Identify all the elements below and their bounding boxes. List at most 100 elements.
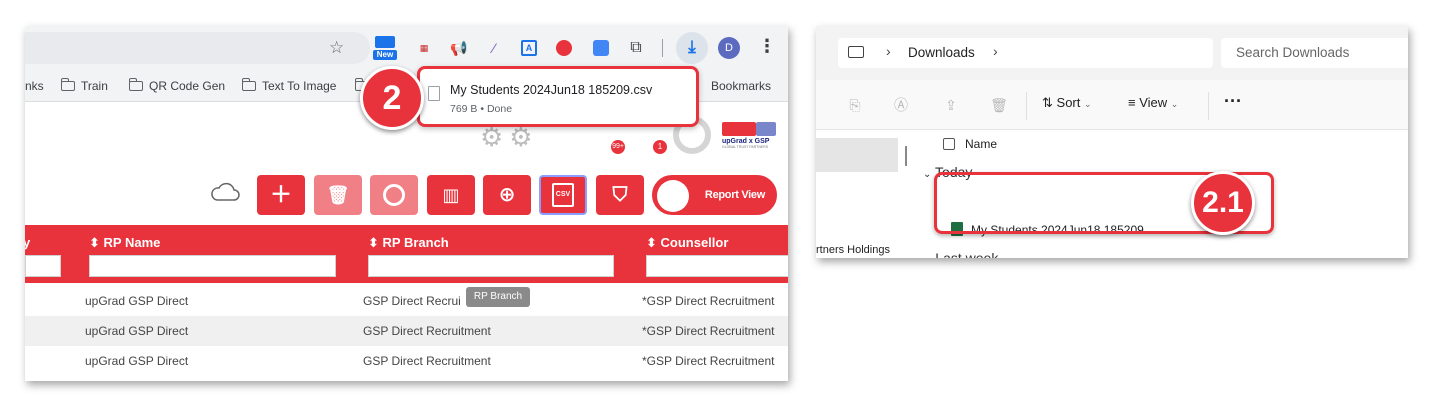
table-cell: *GSP Direct Recruitment bbox=[642, 354, 775, 368]
more-options-icon[interactable]: ··· bbox=[1224, 91, 1242, 112]
copy-icon[interactable]: ⎘ bbox=[846, 96, 864, 114]
folder-icon bbox=[241, 78, 256, 91]
user-icon bbox=[383, 184, 405, 206]
all-bookmarks[interactable]: Bookmarks bbox=[711, 78, 771, 94]
explorer-address-bar: › Downloads › Search Downloads bbox=[816, 26, 1408, 80]
columns-button[interactable]: ▥ bbox=[427, 175, 475, 215]
bookmark-text-to-image[interactable]: Text To Image bbox=[241, 78, 336, 94]
table-row[interactable]: upGrad GSP Direct GSP Direct Recrui *GSP… bbox=[25, 286, 788, 316]
new-badge: New bbox=[373, 50, 397, 60]
sort-icon: ⇅ bbox=[1042, 95, 1053, 110]
computer-icon bbox=[848, 46, 864, 58]
download-icon[interactable]: ⤓ bbox=[676, 32, 708, 64]
bookmark-label: QR Code Gen bbox=[149, 79, 226, 93]
file-icon bbox=[428, 86, 440, 101]
pane-splitter[interactable] bbox=[905, 146, 907, 166]
add-button[interactable]: ＋ bbox=[257, 175, 305, 215]
notification-badge: 1 bbox=[653, 140, 667, 154]
bookmark-star-icon[interactable]: ☆ bbox=[329, 38, 344, 58]
table-cell: *GSP Direct Recruitment bbox=[642, 294, 775, 308]
app-content: ⚙⚙ 99+ 1 upGrad x GSP GLOBAL TRUST PARTN… bbox=[25, 102, 788, 381]
command-bar: ⎘ Ⓐ ⇪ 🗑 ⇅ Sort ⌄ ≡ View ⌄ ··· bbox=[816, 80, 1408, 130]
add-icon: ＋ bbox=[269, 182, 292, 207]
company-logo: upGrad x GSP GLOBAL TRUST PARTNERS bbox=[722, 122, 778, 154]
cloud-icon[interactable] bbox=[210, 182, 240, 201]
csv-icon: CSV bbox=[552, 183, 574, 207]
step-badge: 2 bbox=[360, 66, 424, 130]
column-header-counsellor[interactable]: ⬍ Counsellor bbox=[646, 235, 728, 251]
chevron-down-icon: ⌄ bbox=[1170, 99, 1179, 109]
rename-icon[interactable]: Ⓐ bbox=[892, 96, 910, 114]
chevron-right-icon: › bbox=[993, 43, 998, 59]
table-row[interactable]: upGrad GSP Direct GSP Direct Recruitment… bbox=[25, 316, 788, 346]
extension-red-icon[interactable] bbox=[554, 38, 574, 58]
user-button[interactable] bbox=[370, 175, 418, 215]
chevron-down-icon: ⌄ bbox=[923, 255, 931, 258]
folder-icon bbox=[60, 78, 75, 91]
toolbar-divider bbox=[662, 39, 663, 57]
view-icon: ≡ bbox=[1128, 95, 1136, 110]
browser-toolbar: ☆ New ▦ 📢 ⁄ A ⧉ ⤓ D ⋮ bbox=[25, 26, 788, 70]
group-header-last-week[interactable]: ⌄ Last week bbox=[923, 250, 998, 258]
columns-icon: ▥ bbox=[442, 185, 460, 205]
table-row[interactable]: upGrad GSP Direct GSP Direct Recruitment… bbox=[25, 346, 788, 376]
report-view-label: Report View bbox=[704, 189, 765, 201]
sort-button[interactable]: ⇅ Sort ⌄ bbox=[1042, 95, 1092, 111]
folder-icon bbox=[128, 78, 143, 91]
megaphone-icon[interactable]: 📢 bbox=[449, 38, 469, 58]
column-header-rp-branch[interactable]: ⬍ RP Branch bbox=[368, 235, 449, 251]
table-cell: GSP Direct Recruitment bbox=[363, 324, 491, 338]
chevron-down-icon: ⌄ bbox=[923, 169, 932, 180]
csv-export-button[interactable]: CSV bbox=[539, 175, 587, 215]
rp-name-filter-input[interactable] bbox=[89, 255, 336, 277]
browser-window: ☆ New ▦ 📢 ⁄ A ⧉ ⤓ D ⋮ nks Train QR Code … bbox=[25, 26, 788, 381]
filter-clear-icon: ⛉ bbox=[612, 184, 628, 206]
clear-filter-button[interactable]: ⛉ bbox=[596, 175, 644, 215]
view-button[interactable]: ≡ View ⌄ bbox=[1128, 95, 1178, 110]
bookmark-qr-code-gen[interactable]: QR Code Gen bbox=[128, 78, 226, 94]
bookmark-train[interactable]: Train bbox=[60, 78, 108, 94]
filter-input[interactable] bbox=[25, 255, 61, 277]
table-cell: upGrad GSP Direct bbox=[85, 324, 189, 338]
file-explorer-window: › Downloads › Search Downloads ⎘ Ⓐ ⇪ 🗑 ⇅… bbox=[816, 26, 1408, 258]
column-header-rp-name[interactable]: ⬍ RP Name bbox=[89, 235, 160, 251]
search-input[interactable]: Search Downloads bbox=[1221, 38, 1408, 68]
breadcrumb[interactable]: › Downloads › bbox=[838, 38, 1213, 68]
translate-icon[interactable]: A bbox=[519, 38, 539, 58]
zoom-icon: ⊕ bbox=[498, 184, 516, 206]
rp-branch-filter-input[interactable] bbox=[368, 255, 614, 277]
extensions-puzzle-icon[interactable]: ⧉ bbox=[626, 38, 646, 58]
extension-blue-icon[interactable] bbox=[591, 38, 611, 58]
delete-icon: 🗑 bbox=[326, 185, 350, 205]
divider bbox=[1026, 92, 1027, 120]
table-cell: GSP Direct Recruitment bbox=[363, 354, 491, 368]
select-all-checkbox[interactable] bbox=[943, 138, 955, 150]
bookmark-label: Train bbox=[81, 79, 108, 93]
step-badge: 2.1 bbox=[1191, 171, 1255, 235]
table-cell: GSP Direct Recrui bbox=[363, 294, 461, 308]
chevron-right-icon: › bbox=[886, 43, 891, 59]
delete-button[interactable]: 🗑 bbox=[314, 175, 362, 215]
extension-new-icon[interactable]: New bbox=[373, 36, 397, 60]
download-item-popup[interactable]: My Students 2024Jun18 185209.csv 769 B •… bbox=[417, 66, 699, 127]
share-icon[interactable]: ⇪ bbox=[942, 96, 960, 114]
column-header-name[interactable]: Name bbox=[965, 137, 997, 151]
zoom-button[interactable]: ⊕ bbox=[483, 175, 531, 215]
nav-item[interactable]: rtners Holdings bbox=[816, 244, 890, 256]
search-placeholder: Search Downloads bbox=[1236, 45, 1350, 60]
delete-icon[interactable]: 🗑 bbox=[990, 96, 1008, 114]
breadcrumb-downloads[interactable]: Downloads bbox=[908, 45, 975, 60]
column-header-prev[interactable]: y bbox=[25, 235, 30, 250]
menu-kebab-icon[interactable]: ⋮ bbox=[758, 36, 776, 57]
report-view-toggle[interactable]: Report View bbox=[652, 175, 777, 215]
table-cell: upGrad GSP Direct bbox=[85, 354, 189, 368]
bookmark-item[interactable]: nks bbox=[25, 78, 44, 94]
nav-item-selected[interactable] bbox=[816, 138, 898, 172]
extension-calendar-icon[interactable]: ▦ bbox=[414, 38, 434, 58]
profile-avatar[interactable]: D bbox=[718, 37, 740, 59]
address-bar[interactable] bbox=[25, 32, 370, 64]
toggle-knob bbox=[657, 180, 689, 212]
feather-icon[interactable]: ⁄ bbox=[484, 38, 504, 58]
chevron-down-icon: ⌄ bbox=[1084, 99, 1092, 109]
counsellor-filter-input[interactable] bbox=[646, 255, 788, 277]
